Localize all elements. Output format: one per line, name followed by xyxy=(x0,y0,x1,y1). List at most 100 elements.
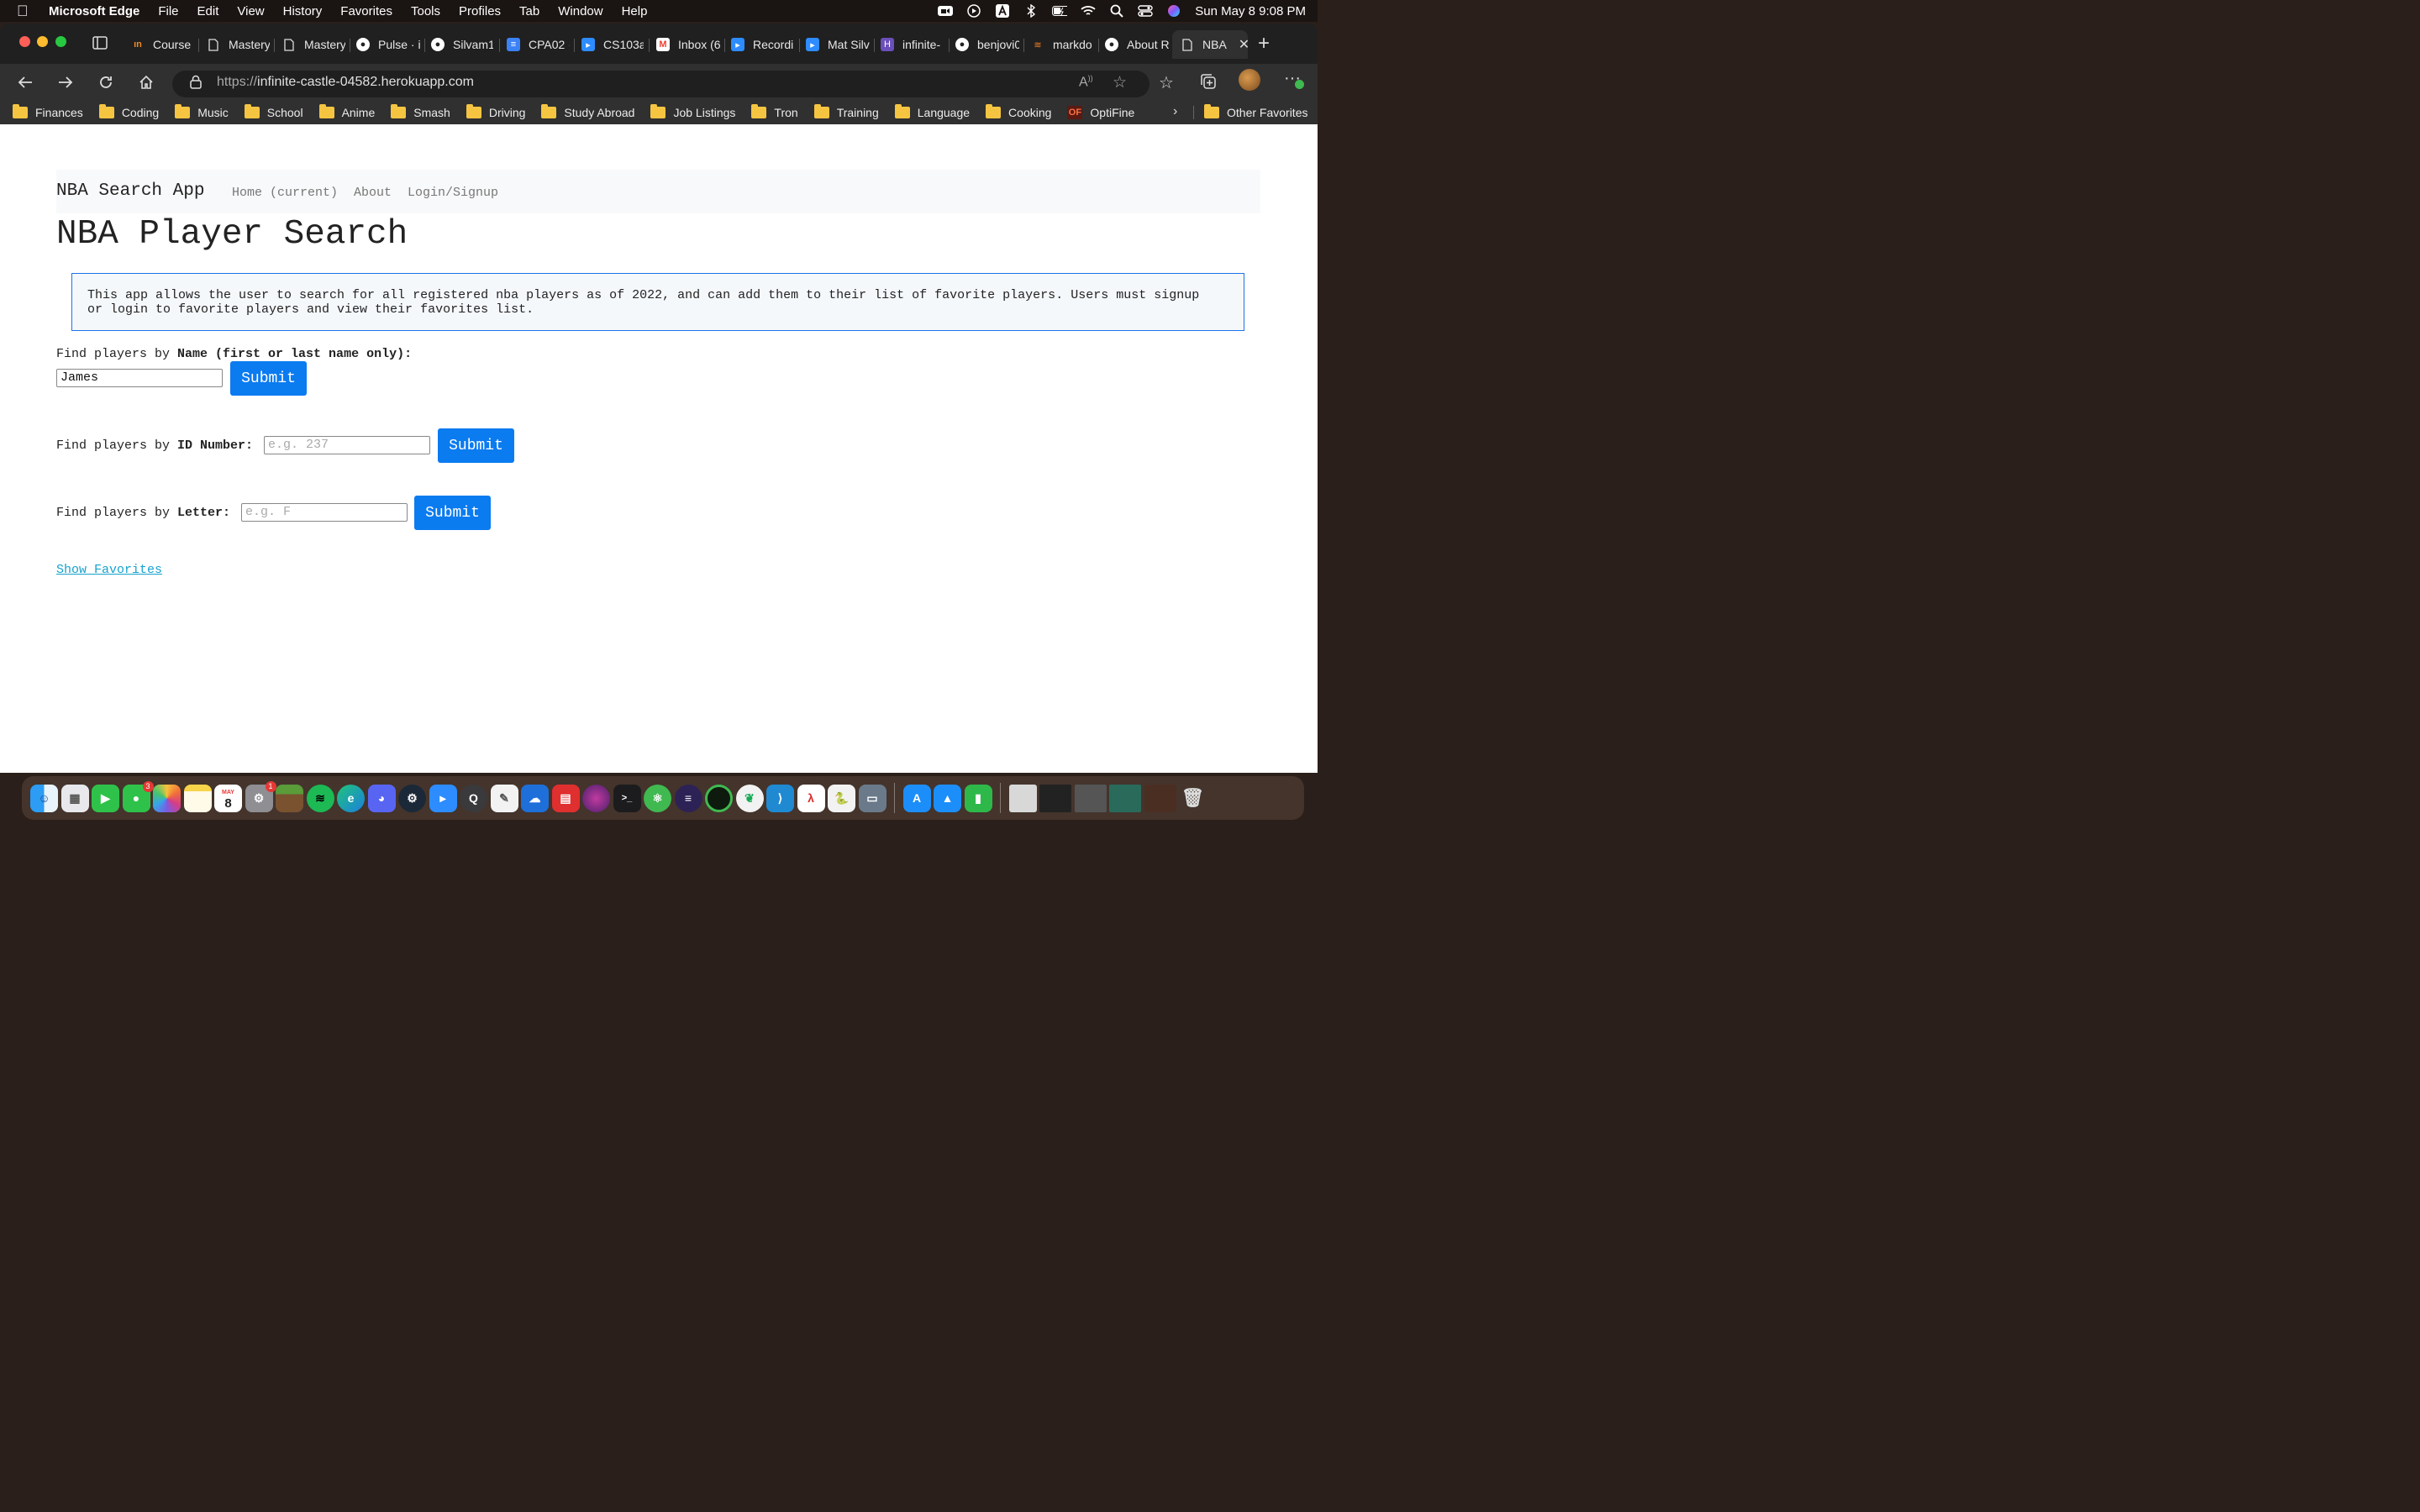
bluetooth-icon[interactable] xyxy=(1023,4,1039,18)
bookmark-language[interactable]: Language xyxy=(894,104,970,119)
bookmark-anime[interactable]: Anime xyxy=(318,104,375,119)
spotify-icon[interactable]: ≋ xyxy=(306,784,334,812)
downloads-stack-icon[interactable] xyxy=(1144,784,1176,812)
menu-clock[interactable]: Sun May 8 9:08 PM xyxy=(1195,4,1306,18)
textedit-icon[interactable]: ✎ xyxy=(490,784,518,812)
bookmark-optifine[interactable]: OF OptiFine xyxy=(1067,106,1134,119)
menu-window[interactable]: Window xyxy=(558,4,602,18)
tab-markdown[interactable]: ≋ markdo xyxy=(1031,30,1094,59)
bookmark-driving[interactable]: Driving xyxy=(466,104,525,119)
tab-silvam1[interactable]: ● Silvam1 xyxy=(431,30,493,59)
keyboard-input-icon[interactable] xyxy=(995,4,1010,18)
spotlight-search-icon[interactable] xyxy=(1109,4,1124,18)
activity-icon[interactable] xyxy=(705,784,733,812)
tab-recording[interactable]: ▸ Recordi xyxy=(731,30,795,59)
photo-booth-icon[interactable] xyxy=(582,784,610,812)
system-preferences-icon[interactable]: ⚙ 1 xyxy=(245,780,276,812)
messages-icon[interactable]: ● 3 xyxy=(122,780,154,812)
menu-app-name[interactable]: Microsoft Edge xyxy=(49,4,139,18)
menu-history[interactable]: History xyxy=(283,4,323,18)
menu-view[interactable]: View xyxy=(237,4,264,18)
zoom-status-icon[interactable] xyxy=(938,4,954,18)
bookmark-smash[interactable]: Smash xyxy=(391,104,450,119)
name-search-input[interactable]: James xyxy=(56,369,223,387)
id-search-input[interactable]: e.g. 237 xyxy=(264,436,430,454)
edge-icon[interactable]: e xyxy=(337,784,365,812)
bookmark-study-abroad[interactable]: Study Abroad xyxy=(541,104,634,119)
tab-cpa02[interactable]: ≡ CPA02 · xyxy=(507,30,570,59)
tab-nba-active[interactable]: NBA ✕ xyxy=(1172,30,1248,59)
close-tab-icon[interactable]: ✕ xyxy=(1239,36,1248,53)
mongodb-icon[interactable]: ❦ xyxy=(735,784,764,812)
bookmark-other-favorites[interactable]: Other Favorites xyxy=(1204,104,1307,119)
launchpad-icon[interactable]: ▦ xyxy=(60,784,89,812)
vscode-icon[interactable]: ⟩ xyxy=(766,784,794,812)
bookmark-finances[interactable]: Finances xyxy=(13,104,83,119)
tab-benjovi[interactable]: ● benjovi0 xyxy=(955,30,1019,59)
menu-tab[interactable]: Tab xyxy=(519,4,539,18)
atom-icon[interactable]: ⚛ xyxy=(644,784,671,812)
wifi-icon[interactable] xyxy=(1081,4,1096,18)
numbers-icon[interactable]: ▮ xyxy=(964,784,992,812)
bookmark-tron[interactable]: Tron xyxy=(751,104,798,119)
quicktime-icon[interactable]: Q xyxy=(460,784,487,812)
tab-mastery-1[interactable]: Mastery xyxy=(207,30,270,59)
app-store-icon[interactable]: A xyxy=(902,784,931,812)
sidebar-toggle-icon[interactable] xyxy=(92,36,108,54)
show-favorites-link[interactable]: Show Favorites xyxy=(56,563,162,577)
back-arrow-icon[interactable] xyxy=(14,71,36,93)
menu-edit[interactable]: Edit xyxy=(197,4,219,18)
read-aloud-icon[interactable]: A)) xyxy=(1079,74,1093,90)
control-center-icon[interactable] xyxy=(1138,4,1153,18)
screenshot-thumbnail[interactable] xyxy=(1109,784,1141,812)
tab-mat-silva[interactable]: ▸ Mat Silv xyxy=(806,30,870,59)
document-icon[interactable] xyxy=(1008,784,1037,812)
trash-icon[interactable]: 🗑 xyxy=(1179,785,1207,812)
tab-about-r[interactable]: ● About R xyxy=(1105,30,1169,59)
bookmark-school[interactable]: School xyxy=(244,104,303,119)
screenshot-thumbnail[interactable] xyxy=(1039,784,1071,812)
screenshot-thumbnail[interactable] xyxy=(1074,784,1107,812)
flashcards-icon[interactable]: ▤ xyxy=(551,784,580,812)
bookmark-music[interactable]: Music xyxy=(175,104,229,119)
facetime-icon[interactable]: ▶ xyxy=(92,784,119,812)
racket-icon[interactable]: λ xyxy=(797,784,825,812)
calendar-icon[interactable]: MAY 8 xyxy=(214,784,242,812)
tab-infinite[interactable]: Hinfinite- xyxy=(881,30,944,59)
finder-icon[interactable]: ☺ xyxy=(30,784,58,812)
chevron-right-icon[interactable]: › xyxy=(1173,104,1177,119)
new-tab-plus-icon[interactable]: + xyxy=(1258,32,1270,55)
add-favorite-star-icon[interactable]: ☆ xyxy=(1113,73,1127,92)
tab-cs103a[interactable]: ▸ CS103a xyxy=(581,30,644,59)
favorites-icon[interactable]: ☆ xyxy=(1159,72,1174,93)
tab-mastery-2[interactable]: Mastery xyxy=(282,30,345,59)
zoom-window-button[interactable] xyxy=(55,36,66,47)
nav-about[interactable]: About xyxy=(354,186,392,200)
zoom-icon[interactable]: ▸ xyxy=(429,784,457,812)
menu-profiles[interactable]: Profiles xyxy=(459,4,501,18)
notes-icon[interactable] xyxy=(183,784,212,812)
home-icon[interactable] xyxy=(135,71,157,93)
menu-tools[interactable]: Tools xyxy=(411,4,440,18)
eclipse-icon[interactable]: ≡ xyxy=(674,784,702,812)
keynote-icon[interactable]: ▲ xyxy=(934,784,961,812)
photos-icon[interactable] xyxy=(153,784,181,812)
bookmark-cooking[interactable]: Cooking xyxy=(986,104,1051,119)
id-submit-button[interactable]: Submit xyxy=(438,428,514,463)
play-status-icon[interactable] xyxy=(966,4,981,18)
python-icon[interactable]: 🐍 xyxy=(828,784,855,812)
minecraft-icon[interactable] xyxy=(276,784,303,812)
steam-icon[interactable]: ⚙ xyxy=(398,784,426,812)
collections-icon[interactable] xyxy=(1200,73,1217,94)
minimize-window-button[interactable] xyxy=(37,36,48,47)
letter-submit-button[interactable]: Submit xyxy=(414,496,491,530)
siri-icon[interactable] xyxy=(1166,4,1181,18)
discord-icon[interactable]: ◕ xyxy=(367,784,396,812)
close-window-button[interactable] xyxy=(19,36,30,47)
profile-avatar[interactable] xyxy=(1239,69,1260,91)
lock-icon[interactable] xyxy=(190,75,202,93)
tab-course[interactable]: ın Course xyxy=(131,30,192,59)
name-submit-button[interactable]: Submit xyxy=(230,361,307,396)
bookmark-training[interactable]: Training xyxy=(813,104,879,119)
battery-icon[interactable] xyxy=(1052,4,1068,18)
